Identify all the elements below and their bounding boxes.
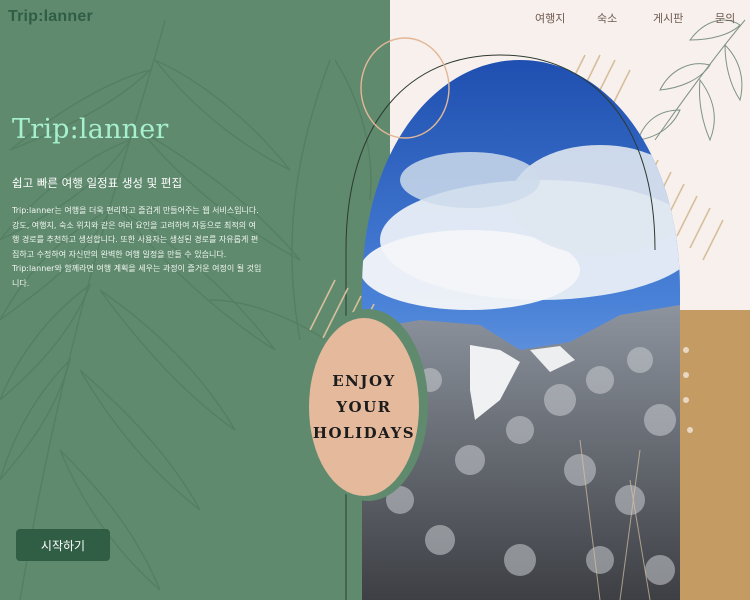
enjoy-holidays-badge: ENJOY YOUR HOLIDAYS [309,318,419,496]
nav-item-accommodation[interactable]: 숙소 [597,10,617,26]
hero-photo [308,37,680,600]
badge-line-2: YOUR [336,398,392,416]
nav-item-contact[interactable]: 문의 [715,10,735,26]
nav-item-board[interactable]: 게시판 [653,10,683,26]
badge-line-3: HOLIDAYS [312,424,416,442]
badge-line-1: ENJOY [332,372,396,390]
nav-item-destinations[interactable]: 여행지 [535,10,565,26]
